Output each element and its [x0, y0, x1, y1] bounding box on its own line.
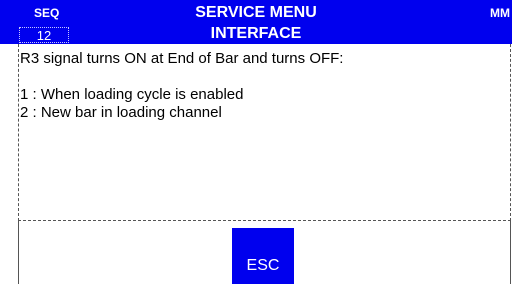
header-bar: SEQ 12 SERVICE MENU INTERFACE MM	[0, 0, 512, 44]
message-item-2: 2 : New bar in loading channel	[20, 104, 222, 121]
menu-title: SERVICE MENU	[195, 4, 317, 21]
menu-subtitle: INTERFACE	[210, 25, 302, 42]
message-heading: R3 signal turns ON at End of Bar and tur…	[20, 50, 344, 67]
unit-label: MM	[490, 6, 510, 20]
esc-button-label: ESC	[246, 257, 280, 274]
message-item-1: 1 : When loading cycle is enabled	[20, 86, 244, 103]
seq-label: SEQ	[34, 6, 60, 20]
sequence-number-field[interactable]: 12	[19, 27, 69, 43]
message-panel: R3 signal turns ON at End of Bar and tur…	[18, 44, 511, 221]
esc-button[interactable]: ESC	[232, 228, 294, 284]
